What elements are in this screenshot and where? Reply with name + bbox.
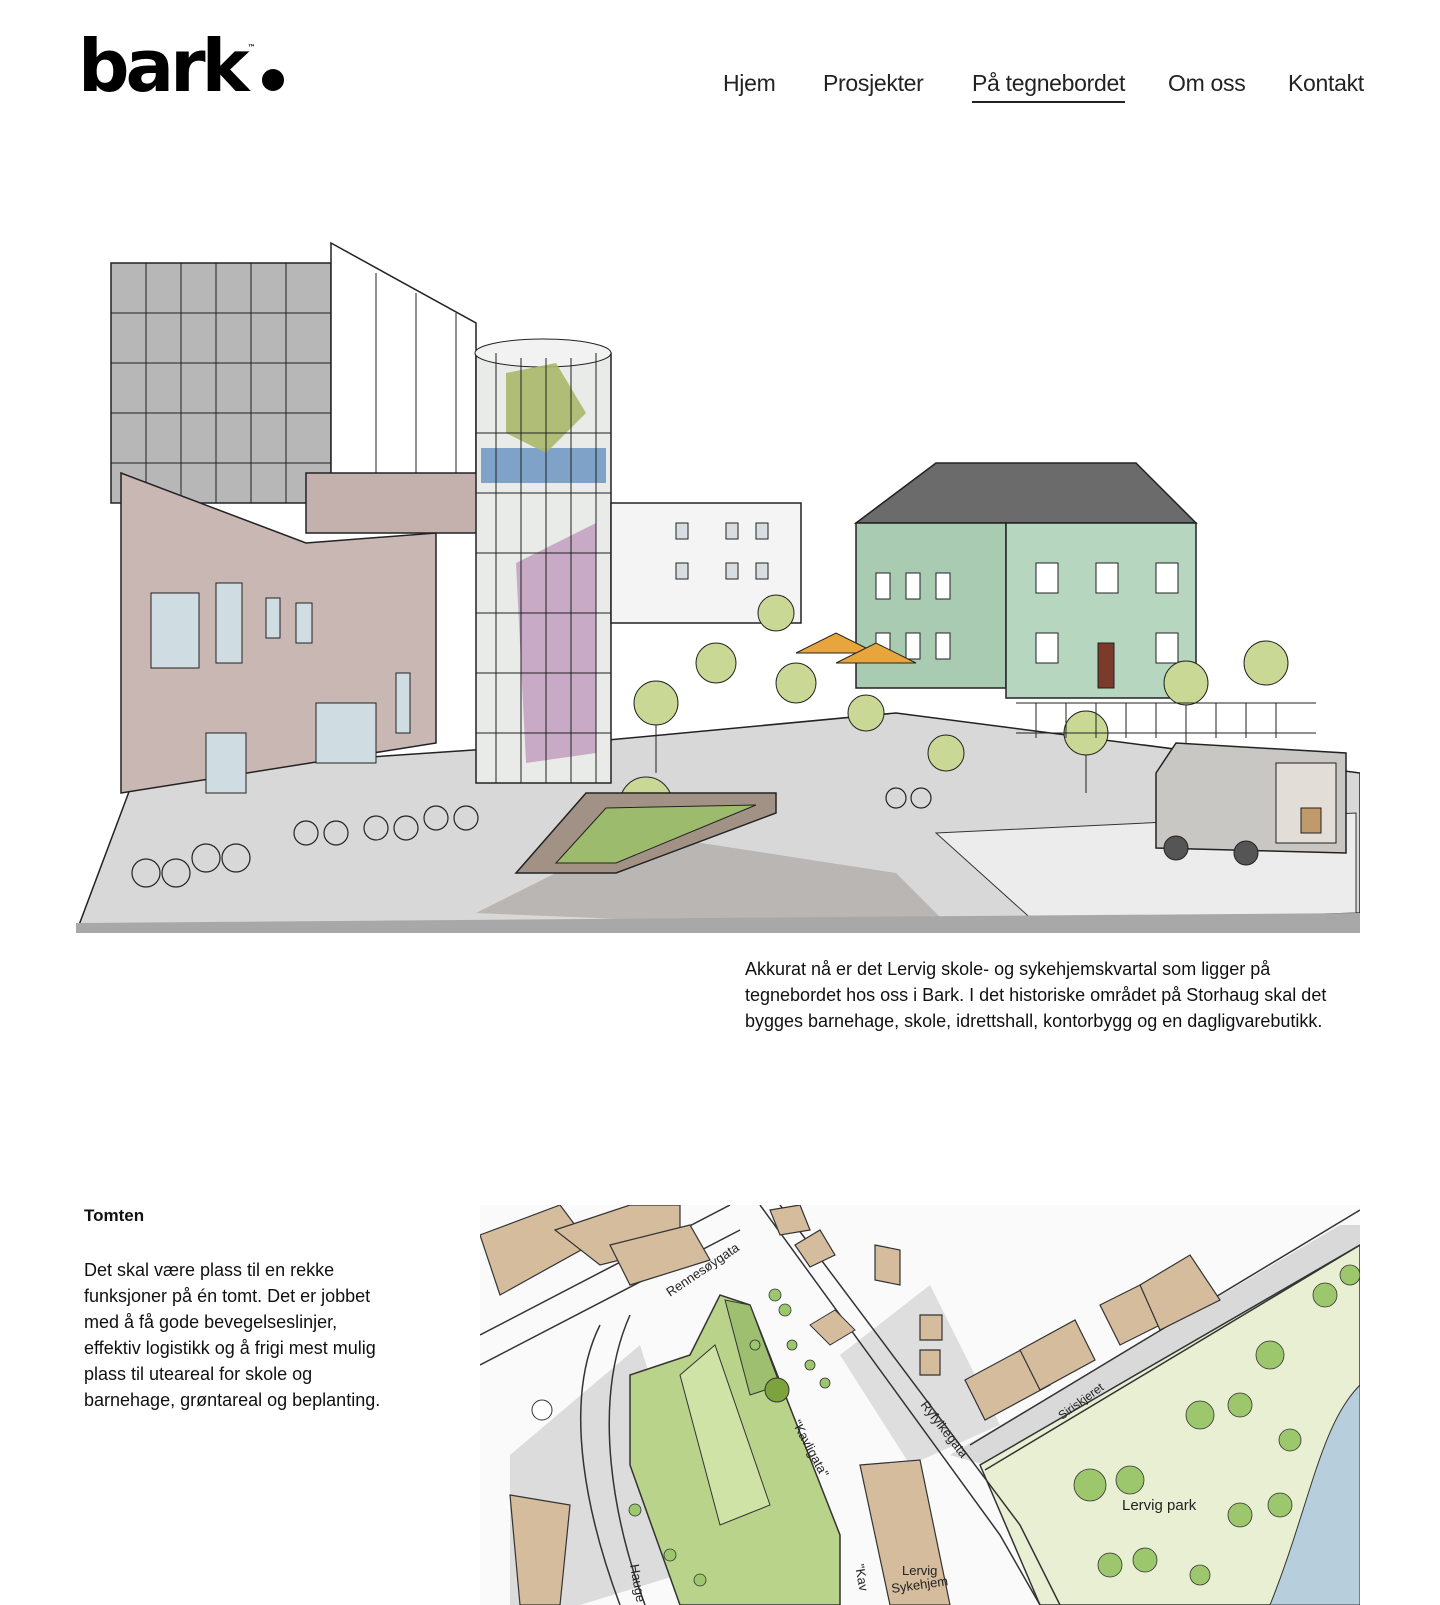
- hero-sketch-illustration: [76, 241, 1360, 933]
- map-label-lervig-park: Lervig park: [1122, 1497, 1197, 1514]
- main-navigation: Hjem Prosjekter På tegnebordet Om oss Ko…: [0, 70, 1440, 110]
- site-map-illustration: Rennesøygata "Kavligata" Ryfylkegata Sir…: [480, 1205, 1360, 1605]
- section-title-tomten: Tomten: [84, 1206, 145, 1225]
- intro-description: Akkurat nå er det Lervig skole- og sykeh…: [745, 956, 1370, 1034]
- nav-item-pa-tegnebordet[interactable]: På tegnebordet: [972, 70, 1125, 103]
- nav-item-prosjekter[interactable]: Prosjekter: [823, 70, 924, 97]
- nav-item-kontakt[interactable]: Kontakt: [1288, 70, 1364, 97]
- section-text-tomten: Det skal være plass til en rekke funksjo…: [84, 1260, 381, 1410]
- nav-item-hjem[interactable]: Hjem: [723, 70, 776, 97]
- intro-text: Akkurat nå er det Lervig skole- og sykeh…: [745, 959, 1327, 1031]
- trademark-symbol: ™: [247, 43, 256, 52]
- nav-item-om-oss[interactable]: Om oss: [1168, 70, 1246, 97]
